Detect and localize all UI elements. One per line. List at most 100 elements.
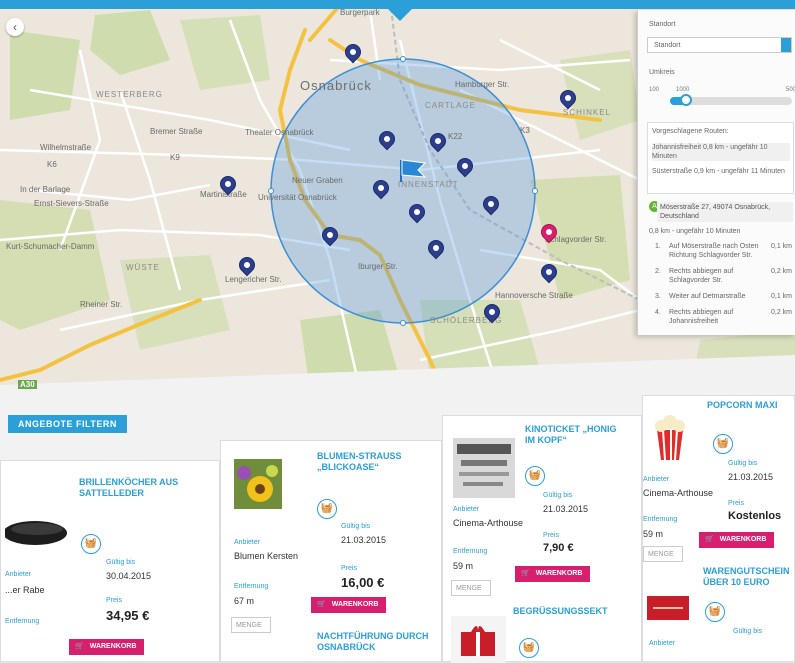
price-label: Preis xyxy=(106,597,122,604)
distance-value: 59 m xyxy=(643,529,664,539)
offer-title[interactable]: Kinoticket „Honig im Kopf“ xyxy=(525,424,625,446)
provider-label: Anbieter xyxy=(234,539,261,546)
price-label: Preis xyxy=(543,532,559,539)
label-rheiner: Rheiner Str. xyxy=(80,300,123,309)
distance-label: Entfernung xyxy=(5,618,40,625)
valid-until-label: Gültig bis xyxy=(106,559,136,566)
offer-card: Brillenköcher aus Sattelleder 🧺 Gültig b… xyxy=(0,460,220,662)
product-image xyxy=(649,412,691,462)
route-summary: 0,8 km - ungefähr 10 Minuten xyxy=(649,228,741,235)
offer-title[interactable]: Begrüßungssekt xyxy=(513,606,613,617)
step-distance: 0,2 km xyxy=(771,268,793,275)
offer-title[interactable]: Popcorn Maxi xyxy=(707,400,792,411)
basket-icon[interactable]: 🧺 xyxy=(81,534,101,554)
cart-icon: 🛒 xyxy=(317,601,326,608)
quantity-input[interactable]: MENGE xyxy=(451,580,491,596)
cart-icon: 🛒 xyxy=(521,570,530,577)
offer-title[interactable]: Blumen-Strauss „Blickoase“ xyxy=(317,451,427,473)
distance-value: 67 m xyxy=(234,596,255,606)
label-iburger: Iburger Str. xyxy=(358,262,398,271)
product-image xyxy=(451,616,506,663)
cart-label: WARENKORB xyxy=(331,601,379,608)
cart-label: WARENKORB xyxy=(89,643,137,650)
offer-title[interactable]: Nachtführung durch Osnabrück xyxy=(317,631,437,653)
route-option[interactable]: Johannisfreiheit 0,8 km - ungefähr 10 Mi… xyxy=(652,143,790,161)
basket-icon[interactable]: 🧺 xyxy=(525,466,545,486)
provider-label: Anbieter xyxy=(5,571,32,578)
standort-select[interactable]: Standort xyxy=(647,37,792,53)
basket-icon[interactable]: 🧺 xyxy=(317,499,337,519)
label-schinkel: SCHINKEL xyxy=(563,108,612,117)
add-to-cart-button[interactable]: 🛒 WARENKORB xyxy=(515,566,591,582)
step-distance: 0,2 km xyxy=(771,309,793,316)
valid-until-value: 21.03.2015 xyxy=(543,504,589,514)
step-distance: 0,1 km xyxy=(771,293,793,300)
label-theater: Theater Osnabrück xyxy=(245,128,314,137)
label-cartlage: CARTLAGE xyxy=(425,101,476,110)
basket-icon[interactable]: 🧺 xyxy=(713,434,733,454)
distance-label: Entfernung xyxy=(453,548,488,555)
range-min: 100 xyxy=(649,87,660,93)
map-back-button[interactable]: ‹ xyxy=(6,18,24,36)
standort-label: Standort xyxy=(649,21,676,28)
provider-value: Cinema-Arthouse xyxy=(643,488,714,498)
provider-value: Blumen Kersten xyxy=(234,551,299,561)
top-bar xyxy=(0,0,795,21)
step-number: 1. xyxy=(655,243,661,250)
price-value: Kostenlos xyxy=(728,510,782,522)
label-k3: K3 xyxy=(520,126,530,135)
quantity-input[interactable]: MENGE xyxy=(231,617,271,633)
route-option[interactable]: Süsterstraße 0,9 km - ungefähr 11 Minute… xyxy=(652,167,790,176)
label-city: Osnabrück xyxy=(300,78,372,93)
range-mid: 1000 xyxy=(676,87,690,93)
valid-until-label: Gültig bis xyxy=(341,523,371,530)
label-a30: A30 xyxy=(18,380,37,389)
basket-icon[interactable]: 🧺 xyxy=(705,602,725,622)
filter-offers-button[interactable]: ANGEBOTE FILTERN xyxy=(8,415,127,433)
label-burgerpark: Burgerpark xyxy=(340,8,380,17)
valid-until-label: Gültig bis xyxy=(733,628,763,635)
radius-slider[interactable] xyxy=(670,94,792,106)
provider-value: ...er Rabe xyxy=(5,585,45,595)
cart-label: WARENKORB xyxy=(535,570,583,577)
label-hannoversche: Hannoversche Straße xyxy=(495,291,573,300)
label-wilhelmstrasse: Wilhelmstraße xyxy=(40,143,92,152)
basket-icon[interactable]: 🧺 xyxy=(519,638,539,658)
step-number: 3. xyxy=(655,293,661,300)
umkreis-label: Umkreis xyxy=(649,69,675,76)
cart-icon: 🛒 xyxy=(705,536,714,543)
add-to-cart-button[interactable]: 🛒 WARENKORB xyxy=(311,597,387,613)
label-barlage: In der Barlage xyxy=(20,185,71,194)
label-wuste: WÜSTE xyxy=(126,263,160,272)
add-to-cart-button[interactable]: 🛒 WARENKORB xyxy=(69,639,145,655)
label-neuer-graben: Neuer Graben xyxy=(292,176,343,185)
range-max: 5000 xyxy=(786,87,795,93)
valid-until-value: 21.03.2015 xyxy=(341,535,387,545)
provider-label: Anbieter xyxy=(649,640,676,647)
step-distance: 0,1 km xyxy=(771,243,793,250)
distance-label: Entfernung xyxy=(643,516,678,523)
valid-until-value: 30.04.2015 xyxy=(106,571,152,581)
valid-until-value: 21.03.2015 xyxy=(728,472,774,482)
label-innenstadt: INNENSTADT xyxy=(398,180,459,189)
quantity-input[interactable]: MENGE xyxy=(643,546,683,562)
cart-label: WARENKORB xyxy=(719,536,767,543)
step-text: Weiter auf Detmarstraße xyxy=(669,293,746,300)
label-ernst: Ernst-Sievers-Straße xyxy=(34,199,109,208)
offer-title[interactable]: Brillenköcher aus Sattelleder xyxy=(79,477,199,499)
add-to-cart-button[interactable]: 🛒 WARENKORB xyxy=(699,532,775,548)
price-value: 16,00 € xyxy=(341,575,385,590)
offer-title[interactable]: Warengutschein über 10 Euro xyxy=(703,566,793,588)
cart-icon: 🛒 xyxy=(75,643,84,650)
provider-value: Cinema-Arthouse xyxy=(453,518,524,528)
label-bremer: Bremer Straße xyxy=(150,127,203,136)
radius-slider-handle[interactable] xyxy=(680,94,692,106)
routes-title: Vorgeschlagene Routen: xyxy=(652,128,729,135)
chevron-down-icon[interactable] xyxy=(781,38,791,52)
step-text: Rechts abbiegen auf Schlagvorder Str. xyxy=(669,268,734,284)
offer-card: Blumen-Strauss „Blickoase“ 🧺 Gültig bis … xyxy=(220,440,442,662)
label-kurt-schumacher: Kurt-Schumacher-Damm xyxy=(6,242,95,251)
provider-label: Anbieter xyxy=(643,476,670,483)
price-value: 34,95 € xyxy=(106,608,150,623)
offer-card: Kinoticket „Honig im Kopf“ 🧺 Gültig bis … xyxy=(442,415,642,663)
